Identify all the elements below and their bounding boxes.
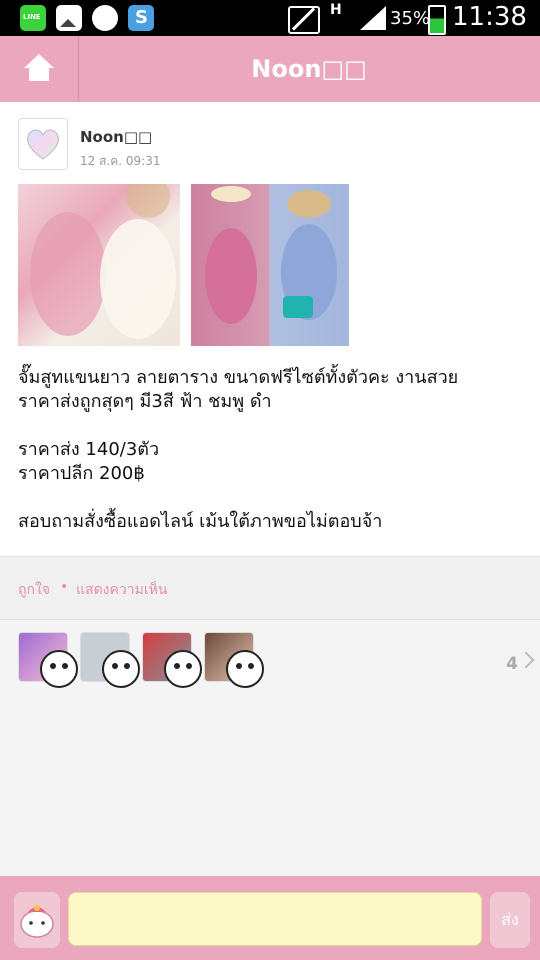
post-text: จั๊มสูทแขนยาว ลายตาราง ขนาดฟรีไซต์ทั้งตั…	[18, 367, 459, 532]
sticker-face-icon	[226, 650, 264, 688]
liker-avatar[interactable]	[80, 632, 140, 688]
comment-input-bar: ส่ง	[0, 876, 540, 960]
sticker-icon	[20, 905, 54, 938]
clock: 11:38	[452, 2, 527, 32]
liker-avatar[interactable]	[18, 632, 78, 688]
comment-input[interactable]	[68, 892, 482, 946]
battery-icon	[428, 5, 446, 35]
jumpsuit-photo-1	[30, 184, 176, 339]
post-timestamp: 12 ส.ค. 09:31	[80, 154, 161, 168]
twitter-icon	[92, 5, 118, 31]
liker-avatar[interactable]	[204, 632, 264, 688]
s-app-icon	[128, 5, 154, 31]
sticker-button[interactable]	[14, 892, 60, 948]
post-card: Noon□□ 12 ส.ค. 09:31 จั๊มสูทแขนยาว ลายตา…	[0, 102, 540, 556]
page-title: Noon□□	[251, 55, 367, 83]
likes-count[interactable]: 4	[506, 654, 518, 674]
cell-signal-icon	[360, 6, 386, 30]
jumpsuit-photo-2	[191, 184, 349, 346]
post-actions: ถูกใจ • แสดงความเห็น	[0, 556, 540, 620]
line-icon	[20, 5, 46, 31]
sticker-face-icon	[40, 650, 78, 688]
post-photo-1[interactable]	[18, 184, 180, 346]
status-bar: H 35% 11:38	[0, 0, 540, 36]
heart-icon	[27, 129, 59, 160]
like-button[interactable]: ถูกใจ	[18, 579, 50, 601]
gallery-icon	[56, 5, 82, 31]
post-photo-2[interactable]	[191, 184, 349, 346]
battery-percent: 35%	[390, 8, 431, 29]
sticker-face-icon	[164, 650, 202, 688]
app-header: Noon□□	[0, 36, 540, 102]
post-author[interactable]: Noon□□	[80, 128, 152, 146]
home-icon[interactable]	[0, 36, 79, 102]
h-signal-icon: H	[330, 2, 342, 18]
avatar[interactable]	[18, 118, 68, 170]
comment-button[interactable]: แสดงความเห็น	[76, 579, 167, 601]
action-separator: •	[60, 579, 69, 595]
chevron-right-icon[interactable]	[517, 651, 535, 669]
liker-avatar[interactable]	[142, 632, 202, 688]
likers-row[interactable]: 4	[0, 620, 540, 710]
mute-icon	[288, 6, 320, 34]
send-button[interactable]: ส่ง	[490, 892, 530, 948]
sticker-face-icon	[102, 650, 140, 688]
